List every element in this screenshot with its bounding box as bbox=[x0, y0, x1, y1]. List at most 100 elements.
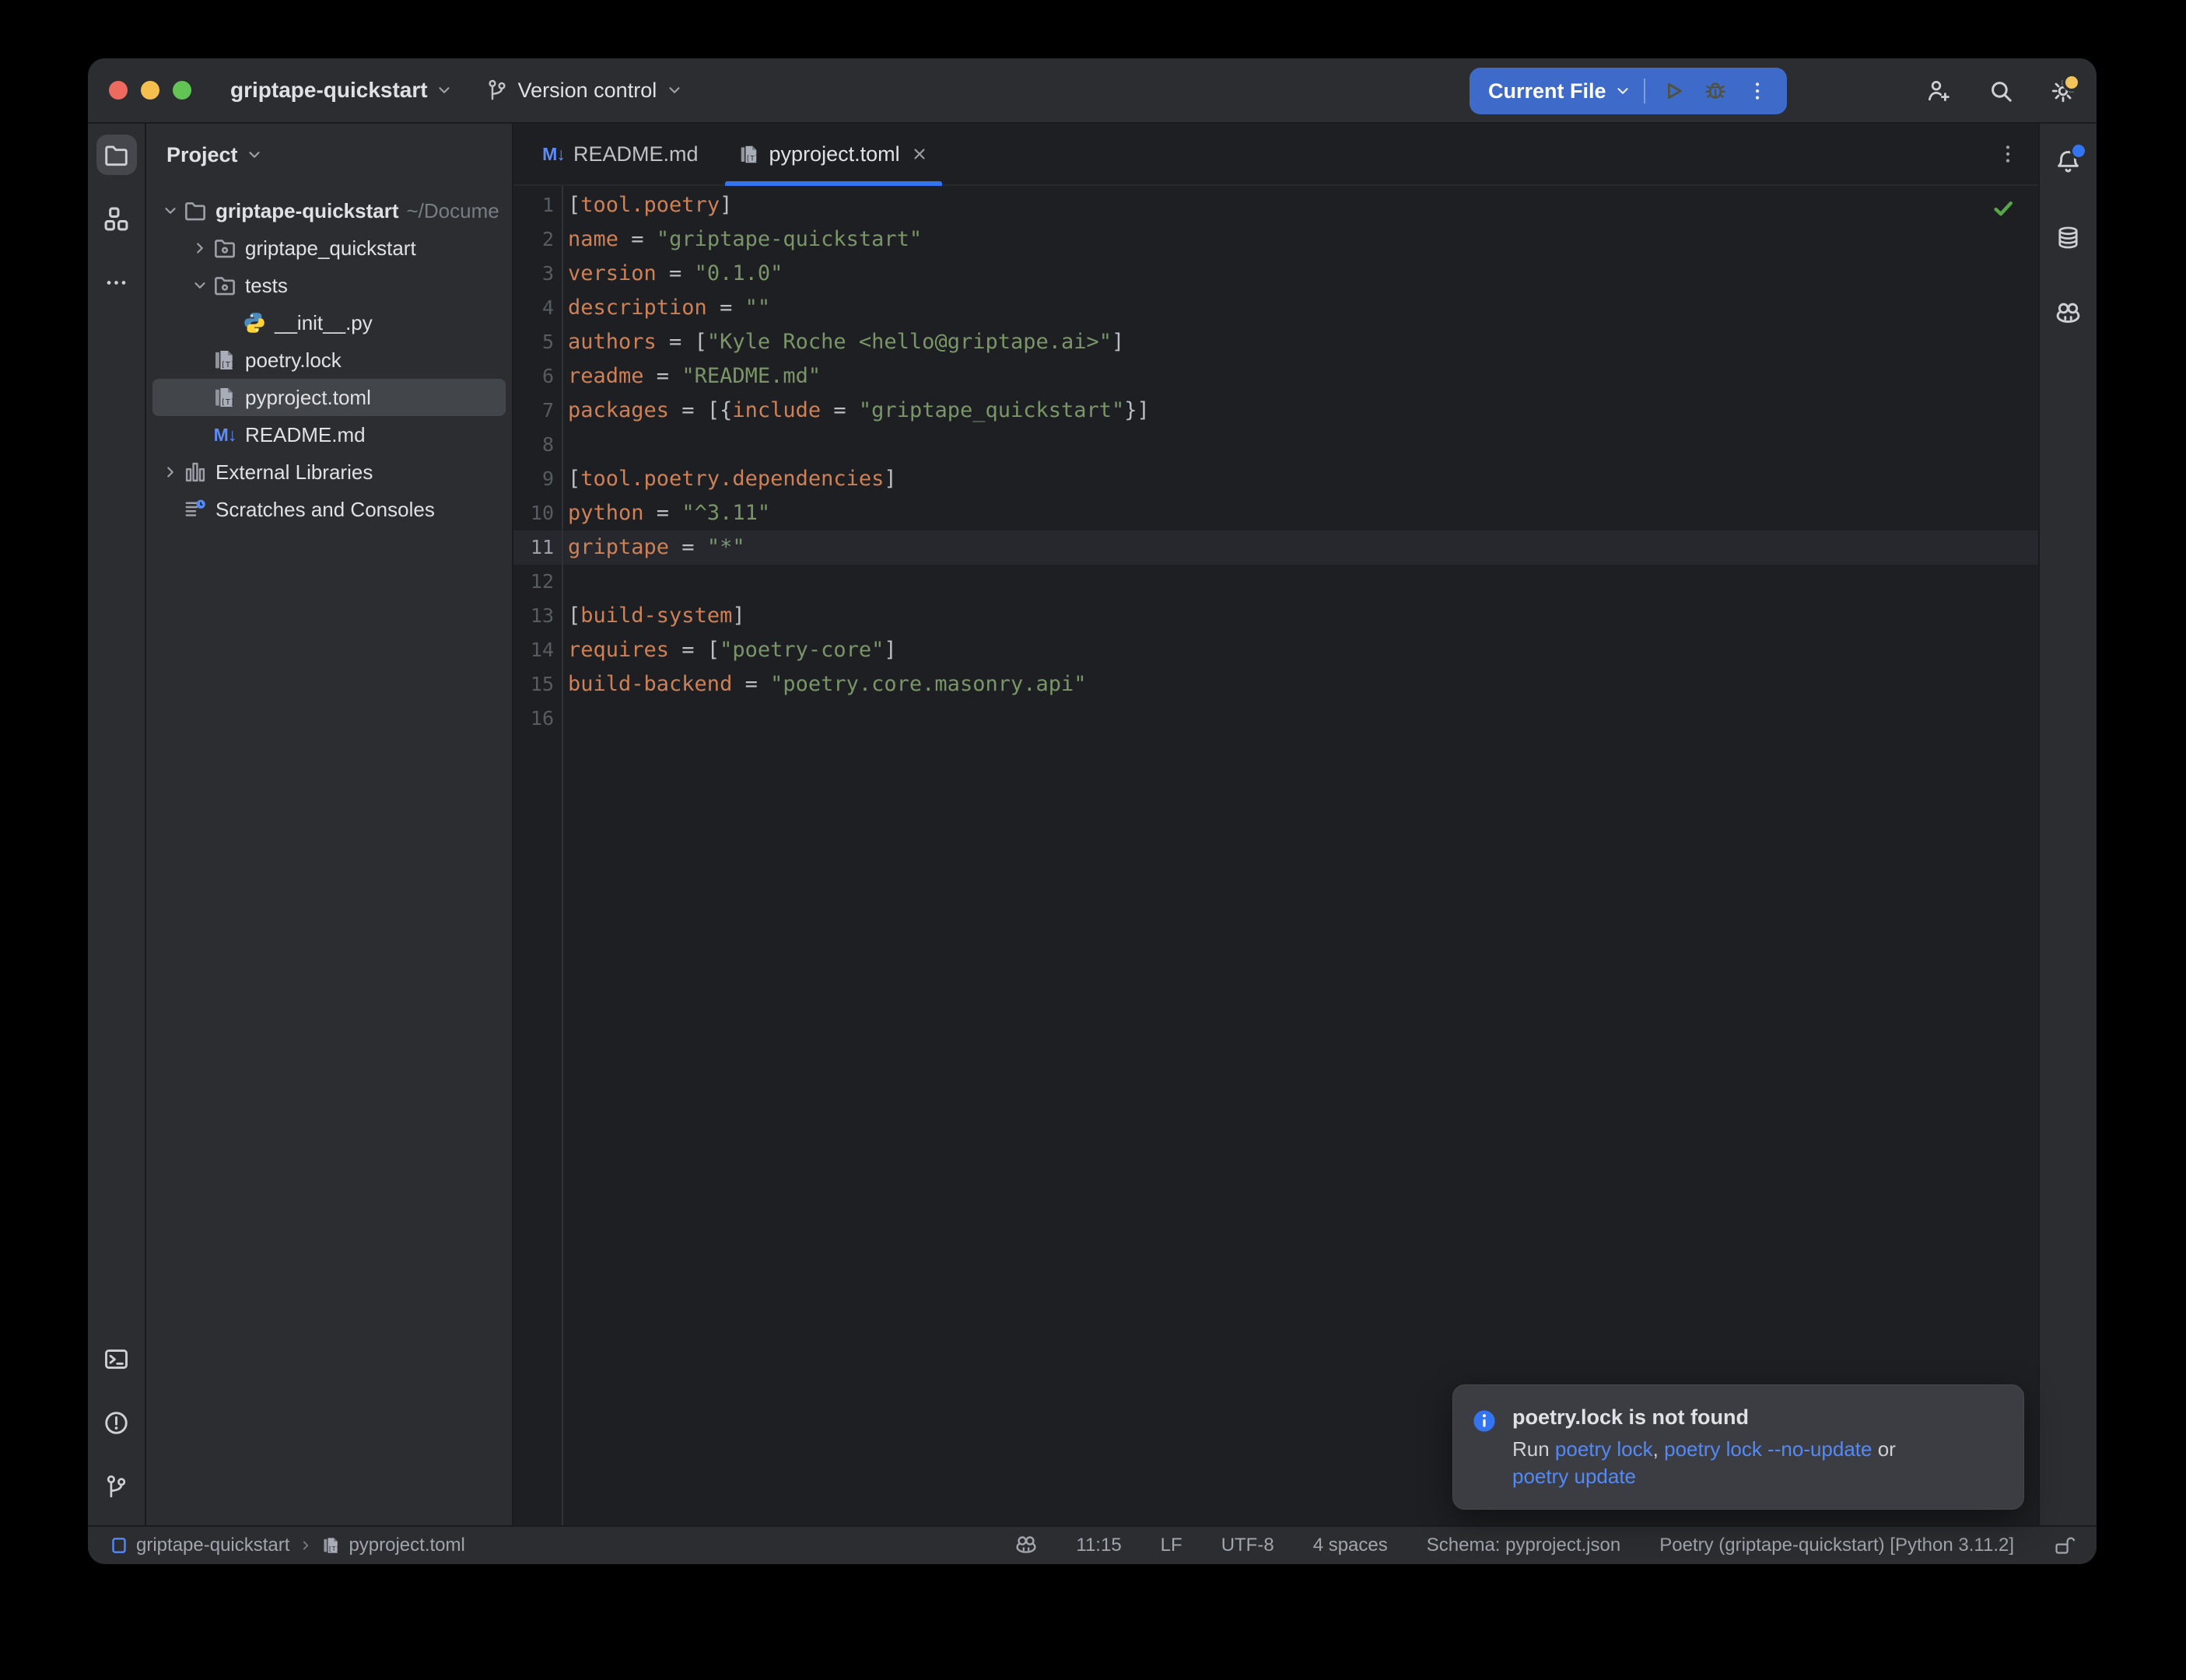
project-panel-header[interactable]: Project bbox=[146, 124, 512, 186]
tree-item-pyproject-toml[interactable]: [T]pyproject.toml bbox=[152, 379, 506, 416]
editor-tab-readme-md[interactable]: M↓README.md bbox=[523, 124, 719, 184]
code-line-15[interactable]: 15build-backend = "poetry.core.masonry.a… bbox=[513, 667, 2038, 702]
notification-link-poetry-lock-no-update[interactable]: poetry lock --no-update bbox=[1664, 1437, 1872, 1461]
code-token: ] bbox=[732, 604, 744, 628]
close-window-button[interactable] bbox=[109, 81, 128, 100]
tool-button-notifications[interactable] bbox=[2048, 141, 2089, 181]
tab-options-kebab-icon[interactable] bbox=[1996, 142, 2020, 166]
chevron-down-icon[interactable] bbox=[157, 198, 184, 224]
tree-indent-spacer bbox=[216, 310, 243, 336]
code-line-11[interactable]: 11griptape = "*" bbox=[513, 530, 2038, 565]
inspections-ok-icon[interactable] bbox=[1992, 197, 2015, 220]
status-line-separator[interactable]: LF bbox=[1161, 1535, 1182, 1556]
code-line-7[interactable]: 7packages = [{include = "griptape_quicks… bbox=[513, 394, 2038, 428]
tree-item-poetry-lock[interactable]: [T]poetry.lock bbox=[152, 341, 506, 379]
tool-button-project[interactable] bbox=[96, 135, 137, 175]
play-icon bbox=[1662, 79, 1685, 103]
code-line-16[interactable]: 16 bbox=[513, 702, 2038, 736]
code-line-8[interactable]: 8 bbox=[513, 428, 2038, 462]
editor[interactable]: 1[tool.poetry]2name = "griptape-quicksta… bbox=[513, 186, 2038, 1525]
code-text: description = "" bbox=[562, 291, 770, 325]
breadcrumb-griptape-quickstart[interactable]: griptape-quickstart bbox=[110, 1535, 289, 1556]
tree-item-external-libraries[interactable]: External Libraries bbox=[152, 453, 506, 491]
breadcrumb-pyproject-toml[interactable]: [T]pyproject.toml bbox=[322, 1535, 464, 1556]
editor-tab-pyproject-toml[interactable]: [T]pyproject.toml bbox=[719, 124, 948, 184]
tool-button-problems[interactable] bbox=[96, 1402, 137, 1443]
debug-button[interactable] bbox=[1700, 75, 1731, 107]
status-clock[interactable]: 11:15 bbox=[1076, 1535, 1121, 1556]
tree-item-tests[interactable]: tests bbox=[152, 267, 506, 304]
code-line-1[interactable]: 1[tool.poetry] bbox=[513, 188, 2038, 222]
code-token: tool.poetry.dependencies bbox=[580, 467, 884, 491]
code-line-4[interactable]: 4description = "" bbox=[513, 291, 2038, 325]
code-line-5[interactable]: 5authors = ["Kyle Roche <hello@griptape.… bbox=[513, 325, 2038, 359]
tool-button-ai-assistant[interactable] bbox=[2048, 293, 2089, 334]
code-with-me-button[interactable] bbox=[1925, 78, 1952, 104]
status-encoding[interactable]: UTF-8 bbox=[1221, 1535, 1274, 1556]
code-token: "Kyle Roche <hello@griptape.ai>" bbox=[707, 330, 1112, 354]
zoom-window-button[interactable] bbox=[173, 81, 191, 100]
status-interpreter[interactable]: Poetry (griptape-quickstart) [Python 3.1… bbox=[1659, 1535, 2014, 1556]
code-line-13[interactable]: 13[build-system] bbox=[513, 599, 2038, 633]
code-token: description bbox=[568, 296, 707, 320]
tree-item-scratches-and-consoles[interactable]: Scratches and Consoles bbox=[152, 491, 506, 528]
write-access-icon[interactable] bbox=[2053, 1535, 2075, 1556]
robot-icon bbox=[2055, 301, 2081, 327]
code-line-14[interactable]: 14requires = ["poetry-core"] bbox=[513, 633, 2038, 667]
minimize-window-button[interactable] bbox=[141, 81, 159, 100]
code-token: = bbox=[618, 227, 657, 251]
code-line-3[interactable]: 3version = "0.1.0" bbox=[513, 257, 2038, 291]
chevron-right-icon[interactable] bbox=[157, 459, 184, 485]
tree-item-label: griptape-quickstart bbox=[215, 199, 399, 223]
left-toolstrip-top bbox=[96, 135, 137, 303]
code-token: ] bbox=[720, 193, 732, 217]
more-icon bbox=[103, 270, 129, 296]
code-token: version bbox=[568, 261, 657, 285]
tree-item-init-py[interactable]: __init__.py bbox=[152, 304, 506, 341]
code-text: packages = [{include = "griptape_quickst… bbox=[562, 394, 1150, 428]
chevron-right-icon[interactable] bbox=[187, 235, 213, 261]
settings-button[interactable] bbox=[2050, 78, 2076, 104]
tool-button-database[interactable] bbox=[2048, 217, 2089, 257]
search-everywhere-button[interactable] bbox=[1988, 78, 2014, 104]
tree-item-griptape-quickstart[interactable]: griptape_quickstart bbox=[152, 229, 506, 267]
code-token: "README.md" bbox=[681, 364, 821, 388]
notification-link-poetry-update[interactable]: poetry update bbox=[1512, 1465, 1636, 1488]
code-token: [{ bbox=[707, 398, 733, 422]
code-token: [ bbox=[568, 467, 580, 491]
more-run-options-button[interactable] bbox=[1742, 75, 1773, 107]
folder-icon bbox=[103, 142, 129, 168]
run-button[interactable] bbox=[1658, 75, 1689, 107]
code-line-10[interactable]: 10python = "^3.11" bbox=[513, 496, 2038, 530]
statusbar-widgets: 11:15 LF UTF-8 4 spaces Schema: pyproject.js… bbox=[1015, 1535, 2075, 1556]
project-switcher[interactable]: griptape-quickstart bbox=[230, 78, 453, 103]
code-token: = bbox=[669, 398, 707, 422]
notification-link-poetry-lock[interactable]: poetry lock bbox=[1555, 1437, 1653, 1461]
notification-text: Run bbox=[1512, 1437, 1555, 1461]
line-number: 4 bbox=[513, 291, 562, 325]
ai-status-icon[interactable] bbox=[1015, 1535, 1037, 1556]
code-line-9[interactable]: 9[tool.poetry.dependencies] bbox=[513, 462, 2038, 496]
code-token: = bbox=[821, 398, 859, 422]
tool-button-version-control[interactable] bbox=[96, 1466, 137, 1507]
status-json-schema[interactable]: Schema: pyproject.json bbox=[1427, 1535, 1620, 1556]
chevron-down-icon[interactable] bbox=[187, 272, 213, 299]
run-config-selector[interactable]: Current File bbox=[1488, 79, 1606, 103]
code-text: griptape = "*" bbox=[562, 530, 745, 565]
tool-button-terminal[interactable] bbox=[96, 1339, 137, 1379]
code-line-12[interactable]: 12 bbox=[513, 565, 2038, 599]
panel-title: Project bbox=[166, 143, 238, 167]
project-tree: griptape-quickstart~/Documegriptape_quic… bbox=[146, 186, 512, 528]
close-tab-icon[interactable] bbox=[911, 145, 928, 163]
tree-item-readme-md[interactable]: M↓README.md bbox=[152, 416, 506, 453]
code-line-6[interactable]: 6readme = "README.md" bbox=[513, 359, 2038, 394]
code-text: build-backend = "poetry.core.masonry.api… bbox=[562, 667, 1087, 702]
vcs-widget[interactable]: Version control bbox=[485, 79, 684, 103]
tool-button-structure[interactable] bbox=[96, 198, 137, 239]
code-line-2[interactable]: 2name = "griptape-quickstart" bbox=[513, 222, 2038, 257]
tree-item-griptape-quickstart[interactable]: griptape-quickstart~/Docume bbox=[152, 192, 506, 229]
code-token: "poetry.core.masonry.api" bbox=[770, 672, 1086, 696]
status-indent[interactable]: 4 spaces bbox=[1313, 1535, 1388, 1556]
tool-button-more-tool-windows[interactable] bbox=[96, 262, 137, 303]
code-text: name = "griptape-quickstart" bbox=[562, 222, 922, 257]
